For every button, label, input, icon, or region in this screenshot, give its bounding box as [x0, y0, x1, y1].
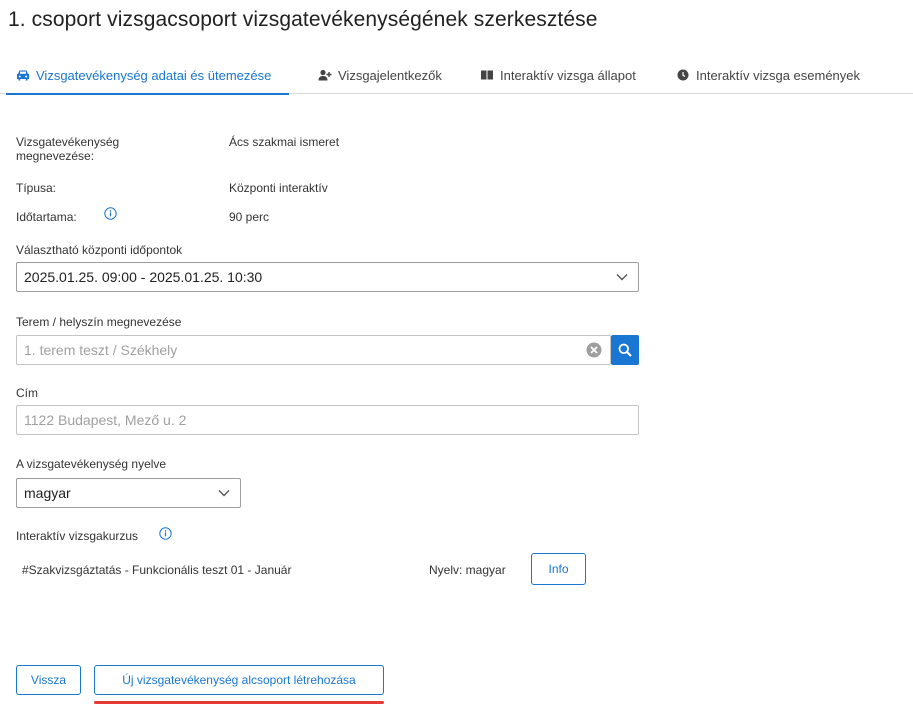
tab-label: Interaktív vizsga állapot — [500, 67, 636, 83]
course-label: Interaktív vizsgakurzus — [16, 529, 139, 543]
highlight-underline — [94, 701, 384, 704]
address-input[interactable]: 1122 Budapest, Mező u. 2 — [16, 405, 639, 435]
add-person-icon — [318, 68, 332, 82]
course-language: Nyelv: magyar — [429, 563, 506, 577]
clock-icon — [676, 68, 690, 82]
language-selected-value: magyar — [24, 485, 71, 501]
tab-applicants[interactable]: Vizsgajelentkezők — [318, 56, 442, 94]
type-label: Típusa: — [16, 181, 57, 195]
activity-name-value: Ács szakmai ismeret — [229, 135, 340, 149]
create-subgroup-button[interactable]: Új vizsgatevékenység alcsoport létrehozá… — [94, 665, 384, 695]
schedule-selected-value: 2025.01.25. 09:00 - 2025.01.25. 10:30 — [24, 269, 263, 285]
page-title: 1. csoport vizsgacsoport vizsgatevékenys… — [8, 8, 598, 31]
language-label: A vizsgatevékenység nyelve — [16, 457, 167, 471]
schedule-label: Választható központi időpontok — [16, 243, 183, 257]
tab-label: Vizsgatevékenység adatai és ütemezése — [36, 67, 272, 83]
type-value: Központi interaktív — [229, 181, 328, 195]
activity-name-label: Vizsgatevékenység megnevezése: — [16, 135, 120, 163]
tab-label: Vizsgajelentkezők — [338, 67, 442, 83]
duration-value: 90 perc — [229, 210, 270, 224]
language-select[interactable]: magyar — [16, 478, 241, 508]
clear-icon[interactable] — [586, 342, 602, 358]
tab-activity-details[interactable]: Vizsgatevékenység adatai és ütemezése — [5, 56, 290, 95]
room-input[interactable]: 1. terem teszt / Székhely — [16, 335, 611, 365]
address-label: Cím — [16, 386, 38, 400]
schedule-select[interactable]: 2025.01.25. 09:00 - 2025.01.25. 10:30 — [16, 262, 639, 292]
info-icon[interactable] — [104, 207, 117, 220]
back-button[interactable]: Vissza — [16, 665, 81, 695]
chevron-down-icon — [616, 274, 628, 281]
tab-interactive-events[interactable]: Interaktív vizsga események — [676, 56, 860, 94]
course-name: #Szakvizsgáztatás - Funkcionális teszt 0… — [22, 563, 292, 577]
info-icon[interactable] — [159, 527, 172, 540]
tab-label: Interaktív vizsga események — [696, 67, 861, 83]
book-icon — [480, 68, 494, 82]
room-label: Terem / helyszín megnevezése — [16, 315, 182, 329]
tab-interactive-status[interactable]: Interaktív vizsga állapot — [480, 56, 636, 94]
tab-bar: Vizsgatevékenység adatai és ütemezése Vi… — [0, 56, 913, 95]
room-input-placeholder: 1. terem teszt / Székhely — [24, 342, 178, 358]
search-icon — [618, 343, 632, 357]
chevron-down-icon — [218, 490, 230, 497]
duration-label: Időtartama: — [16, 210, 77, 224]
car-icon — [16, 68, 30, 82]
info-button[interactable]: Info — [531, 553, 586, 585]
search-button[interactable] — [611, 335, 639, 365]
address-input-placeholder: 1122 Budapest, Mező u. 2 — [24, 412, 187, 428]
